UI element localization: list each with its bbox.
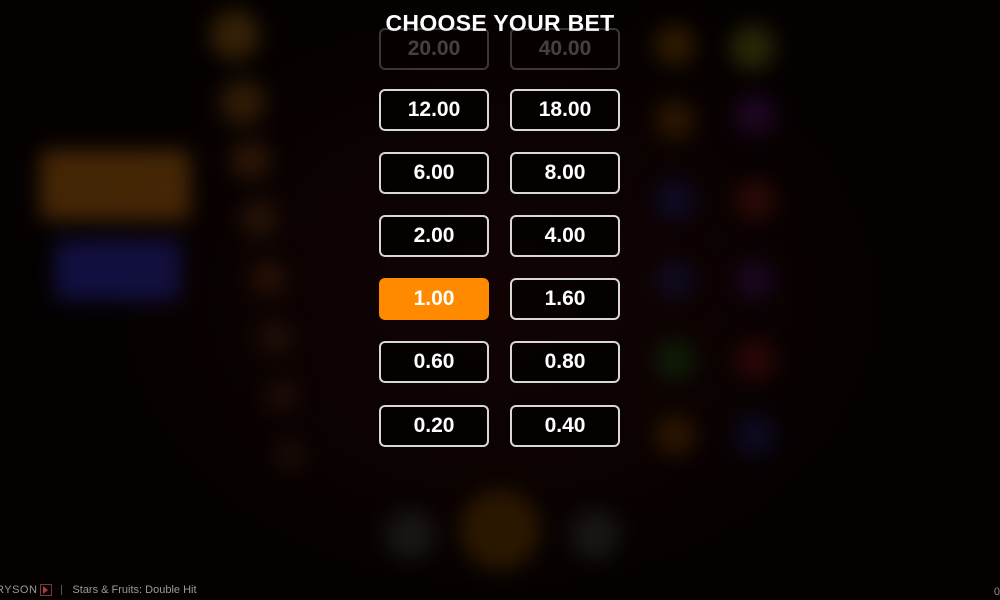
bet-option-0-20[interactable]: 0.20 <box>379 405 489 447</box>
footer-bar: RYSON Stars & Fruits: Double Hit <box>0 580 1000 600</box>
bet-option-0-40[interactable]: 0.40 <box>510 405 620 447</box>
corner-clock-text: 0 <box>993 586 1000 598</box>
bet-option-20[interactable]: 20.00 <box>379 28 489 70</box>
bet-option-40[interactable]: 40.00 <box>510 28 620 70</box>
game-name: Stars & Fruits: Double Hit <box>72 584 197 596</box>
bet-option-8[interactable]: 8.00 <box>510 152 620 194</box>
game-screen: CHOOSE YOUR BET 20.00 40.00 12.00 18.00 … <box>0 0 1000 600</box>
bet-option-12[interactable]: 12.00 <box>379 89 489 131</box>
footer-divider <box>61 585 63 595</box>
brand-name: RYSON <box>0 584 38 596</box>
bet-option-0-60[interactable]: 0.60 <box>379 341 489 383</box>
brand-logo: RYSON <box>0 584 55 596</box>
modal-dim-overlay <box>0 0 1000 600</box>
bet-option-1-60[interactable]: 1.60 <box>510 278 620 320</box>
bet-option-2[interactable]: 2.00 <box>379 215 489 257</box>
bet-option-0-80[interactable]: 0.80 <box>510 341 620 383</box>
bet-option-1-selected[interactable]: 1.00 <box>379 278 489 320</box>
bet-option-4[interactable]: 4.00 <box>510 215 620 257</box>
bet-option-6[interactable]: 6.00 <box>379 152 489 194</box>
play-icon <box>40 584 53 596</box>
choose-bet-title: CHOOSE YOUR BET <box>385 10 615 36</box>
bet-option-18[interactable]: 18.00 <box>510 89 620 131</box>
